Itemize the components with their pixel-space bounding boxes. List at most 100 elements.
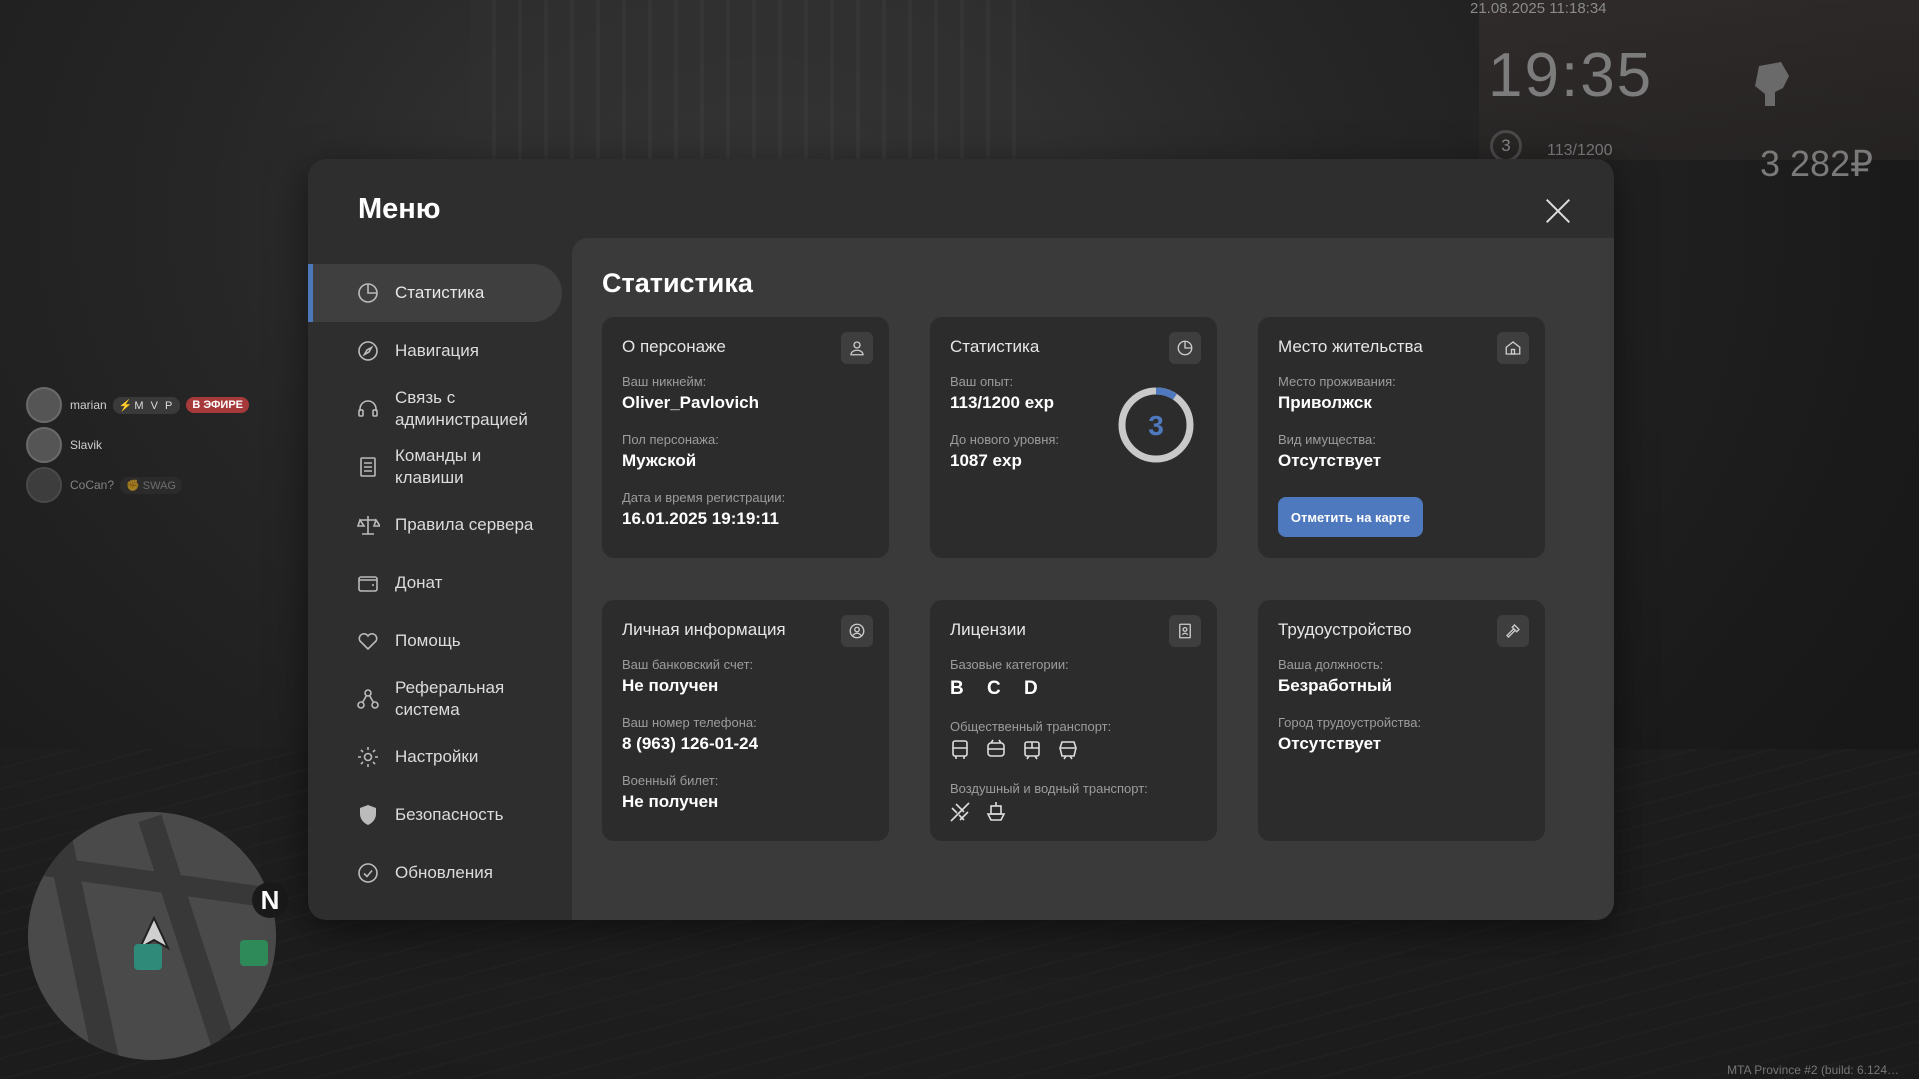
mvp-badge: ⚡M V P [112,396,181,414]
card-personal-info: Личная информация Ваш банковский счет: Н… [602,600,889,841]
hud-level-ring: 3 [1490,130,1522,162]
pie-chart-icon [358,283,378,303]
sidebar-item-navigation[interactable]: Навигация [308,322,563,380]
avatar [26,467,62,503]
sidebar-item-donate[interactable]: Донат [308,554,563,612]
content-panel: Статистика О персонаже Ваш никнейм: Oliv… [572,238,1614,920]
sidebar-item-label: Донат [395,573,443,592]
close-button[interactable] [1540,193,1576,229]
field-label: Военный билет: [622,773,719,788]
registration-value: 16.01.2025 19:19:11 [622,509,779,528]
chat-username: Slavik [70,438,103,452]
gender-value: Мужской [622,451,697,470]
card-icon-box [1497,332,1529,364]
chat-username: CoCan? [70,478,115,492]
field-label: Ваш номер телефона: [622,715,757,730]
train-icon [1059,741,1077,760]
north-indicator: N [252,882,288,918]
exp-value: 113/1200 exp [950,393,1054,412]
field-label: Ваша должность: [1278,657,1384,672]
sidebar-item-contact-admin[interactable]: Связь с администрацией [308,380,563,438]
voice-chat-list: marian ⚡M V P В ЭФИРЕ Slavik CoCan? ✊ SW… [26,386,249,506]
shop-marker-icon [134,944,162,970]
pie-chart-icon [1177,340,1193,356]
headset-icon [358,400,378,417]
chat-username: marian [70,398,107,412]
card-licenses: Лицензии Базовые категории: B C D Общест… [930,600,1217,841]
chat-user-row: marian ⚡M V P В ЭФИРЕ [26,386,249,424]
base-categories-value: B C D [950,678,1047,699]
avatar [26,387,62,423]
field-label: Пол персонажа: [622,432,719,447]
building-marker-icon [240,940,268,966]
check-circle-icon [358,863,378,883]
level-progress-ring: 3 [1118,387,1194,463]
sidebar-item-settings[interactable]: Настройки [308,728,563,786]
chat-user-row: Slavik [26,426,249,464]
card-icon-box [1169,332,1201,364]
scales-icon [356,516,380,535]
sidebar-item-security[interactable]: Безопасность [308,786,563,844]
sidebar-item-statistics[interactable]: Статистика [308,264,562,322]
compass-icon [358,341,378,361]
sidebar: Статистика Навигация Связь с администрац… [308,264,563,902]
field-label: Базовые категории: [950,657,1069,672]
residence-place-value: Приволжск [1278,393,1372,412]
position-value: Безработный [1278,676,1392,695]
hud-datetime: 21.08.2025 11:18:34 [1470,0,1607,17]
bank-account-value: Не получен [622,676,719,695]
sidebar-item-help[interactable]: Помощь [308,612,563,670]
hud-money: 3 282₽ [1760,143,1873,184]
menu-window: Меню Статистика Навигация Связь с админи… [308,159,1614,920]
sidebar-item-label: Настройки [395,747,479,766]
ship-icon [986,802,1006,821]
card-character: О персонаже Ваш никнейм: Oliver_Pavlovic… [602,317,889,558]
sidebar-item-label: Команды и клавиши [395,446,482,487]
trolleybus-icon [987,739,1005,757]
hud-clock: 19:35 [1488,41,1654,110]
sidebar-item-label: Реферальная система [395,678,505,719]
shield-icon [360,805,376,825]
field-label: Город трудоустройства: [1278,715,1422,730]
sidebar-item-label: Статистика [395,283,485,302]
sidebar-item-label: Правила сервера [395,515,534,534]
sidebar-item-rules[interactable]: Правила сервера [308,496,563,554]
field-label: Общественный транспорт: [950,719,1112,734]
minimap [28,812,276,1060]
property-value: Отсутствует [1278,451,1382,470]
card-title: Личная информация [622,620,786,639]
sidebar-item-referral[interactable]: Реферальная система [308,670,563,728]
hammer-icon [1506,624,1520,638]
field-label: Вид имущества: [1278,432,1376,447]
house-icon [1505,341,1521,355]
user-circle-icon [849,623,865,639]
mark-on-map-button[interactable]: Отметить на карте [1278,497,1423,537]
avatar [26,427,62,463]
sidebar-item-commands[interactable]: Команды и клавиши [308,438,563,496]
sidebar-item-label: Обновления [395,863,493,882]
sidebar-item-label: Безопасность [395,805,504,824]
card-icon-box [1497,615,1529,647]
field-label: Ваш опыт: [950,374,1014,389]
menu-title: Меню [358,193,441,225]
background-building [470,0,1030,170]
air-water-transport-icons [948,800,1008,824]
card-title: Статистика [950,337,1040,356]
military-id-value: Не получен [622,792,719,811]
card-icon-box [841,615,873,647]
field-label: Ваш никнейм: [622,374,707,389]
field-label: До нового уровня: [950,432,1060,447]
field-label: Ваш банковский счет: [622,657,754,672]
build-info: MTA Province #2 (build: 6.124… [1727,1063,1899,1077]
sidebar-item-updates[interactable]: Обновления [308,844,563,902]
gear-icon [358,747,378,767]
card-title: Трудоустройство [1278,620,1412,639]
phone-value: 8 (963) 126-01-24 [622,734,759,753]
card-employment: Трудоустройство Ваша должность: Безработ… [1258,600,1545,841]
sidebar-item-label: Навигация [395,341,479,360]
referral-network-icon [357,689,379,709]
field-label: Воздушный и водный транспорт: [950,781,1148,796]
level-number: 3 [1148,410,1164,441]
content-title: Статистика [602,268,753,298]
card-title: Лицензии [950,620,1026,639]
